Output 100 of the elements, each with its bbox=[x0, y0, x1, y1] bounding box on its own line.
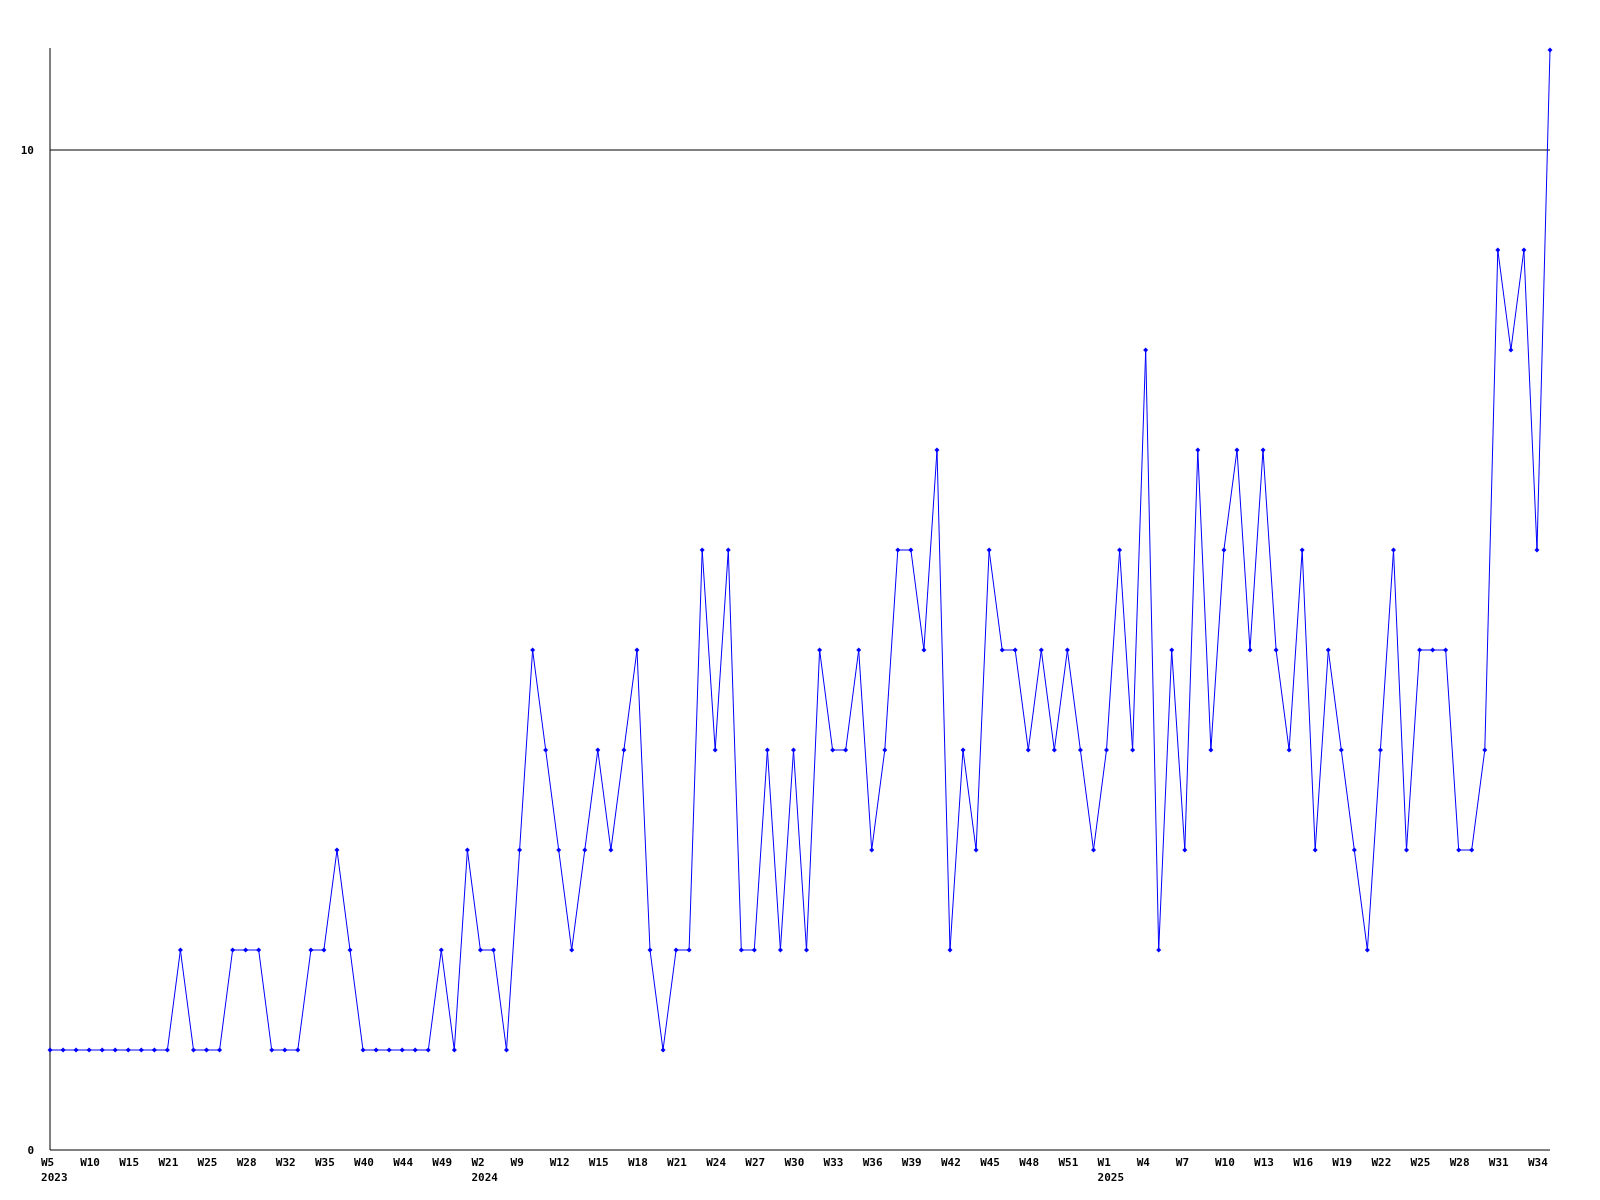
x-tick-label: W16 bbox=[1293, 1156, 1314, 1169]
x-tick-label: W32 bbox=[275, 1156, 296, 1169]
data-point bbox=[347, 947, 353, 953]
x-tick-label: W42 bbox=[941, 1156, 961, 1169]
data-point bbox=[673, 947, 679, 953]
data-point bbox=[1025, 747, 1031, 753]
data-point bbox=[621, 747, 627, 753]
x-tick-label: W2 2024 bbox=[471, 1156, 498, 1184]
data-point bbox=[738, 947, 744, 953]
x-tick-label: W15 bbox=[588, 1156, 609, 1169]
data-point bbox=[1299, 547, 1305, 553]
data-point bbox=[1064, 647, 1070, 653]
data-point bbox=[125, 1047, 131, 1053]
data-point bbox=[1443, 647, 1449, 653]
data-point bbox=[1260, 447, 1266, 453]
x-tick-label: W45 bbox=[980, 1156, 1000, 1169]
data-point bbox=[608, 847, 614, 853]
x-tick-label: W33 bbox=[823, 1156, 844, 1169]
data-point bbox=[1417, 647, 1423, 653]
data-point bbox=[1364, 947, 1370, 953]
data-point bbox=[412, 1047, 418, 1053]
data-point bbox=[660, 1047, 666, 1053]
data-point bbox=[217, 1047, 223, 1053]
data-point bbox=[556, 847, 562, 853]
data-point bbox=[517, 847, 523, 853]
data-point bbox=[112, 1047, 118, 1053]
data-point bbox=[804, 947, 809, 953]
data-point bbox=[243, 947, 249, 953]
x-tick-label: W40 bbox=[354, 1156, 374, 1169]
data-point bbox=[1012, 647, 1018, 653]
data-point bbox=[1456, 847, 1462, 853]
x-tick-label: W30 bbox=[784, 1156, 805, 1169]
x-tick-label: W25 bbox=[1410, 1156, 1431, 1169]
x-tick-label: W25 bbox=[197, 1156, 218, 1169]
data-point bbox=[882, 747, 888, 753]
data-point bbox=[530, 647, 536, 653]
data-point bbox=[1130, 747, 1136, 753]
x-tick-label: W21 bbox=[158, 1156, 179, 1169]
x-tick-label: W24 bbox=[706, 1156, 727, 1169]
data-point bbox=[1208, 747, 1214, 753]
data-point bbox=[1338, 747, 1344, 753]
data-point bbox=[1521, 247, 1527, 253]
data-point bbox=[1091, 847, 1096, 853]
data-point bbox=[230, 947, 236, 953]
x-tick-label: W15 bbox=[119, 1156, 140, 1169]
data-point bbox=[830, 747, 836, 753]
data-point bbox=[373, 1047, 379, 1053]
data-point bbox=[1182, 847, 1188, 853]
x-tick-label: W12 bbox=[549, 1156, 570, 1169]
data-point bbox=[386, 1047, 392, 1053]
data-point bbox=[360, 1047, 366, 1053]
data-point bbox=[295, 1047, 301, 1053]
data-point bbox=[1547, 47, 1553, 53]
data-point bbox=[934, 447, 940, 453]
data-point bbox=[777, 947, 783, 953]
x-tick-label: W5 2023 bbox=[41, 1156, 68, 1184]
data-point bbox=[60, 1047, 66, 1053]
data-point bbox=[699, 547, 705, 553]
data-point bbox=[1430, 647, 1436, 653]
x-tick-label: W31 bbox=[1488, 1156, 1509, 1169]
x-tick-label: W48 bbox=[1019, 1156, 1040, 1169]
data-point bbox=[1325, 647, 1331, 653]
x-tick-label: W28 bbox=[1449, 1156, 1470, 1169]
data-point bbox=[973, 847, 979, 853]
x-tick-label: W39 bbox=[901, 1156, 922, 1169]
data-point bbox=[1117, 547, 1123, 553]
data-point bbox=[843, 747, 849, 753]
x-tick-label: W21 bbox=[667, 1156, 687, 1169]
data-point bbox=[1404, 847, 1409, 853]
data-point bbox=[947, 947, 953, 953]
data-point bbox=[1482, 747, 1488, 753]
data-point bbox=[1377, 747, 1383, 753]
data-point bbox=[869, 847, 875, 853]
x-tick-label: W19 bbox=[1332, 1156, 1353, 1169]
data-point bbox=[491, 947, 496, 953]
data-point bbox=[1221, 547, 1227, 553]
x-tick-label: W9 bbox=[510, 1156, 524, 1169]
data-point bbox=[725, 547, 731, 553]
data-point bbox=[1051, 747, 1057, 753]
data-point bbox=[647, 947, 653, 953]
data-point bbox=[151, 1047, 157, 1053]
data-point bbox=[595, 747, 601, 753]
data-point bbox=[477, 947, 483, 953]
data-point bbox=[1234, 447, 1240, 453]
data-point bbox=[269, 1047, 275, 1053]
x-tick-label: W22 bbox=[1371, 1156, 1392, 1169]
data-point bbox=[634, 647, 640, 653]
data-point bbox=[464, 847, 470, 853]
data-point bbox=[321, 947, 327, 953]
data-point bbox=[1495, 247, 1501, 253]
data-point bbox=[1104, 747, 1109, 753]
data-point bbox=[791, 747, 796, 753]
data-point bbox=[256, 947, 262, 953]
data-point bbox=[504, 1047, 509, 1053]
x-tick-label: W10 bbox=[80, 1156, 100, 1169]
data-point bbox=[1195, 447, 1201, 453]
data-point bbox=[1247, 647, 1253, 653]
x-tick-label: W35 bbox=[314, 1156, 335, 1169]
y-tick-label: 10 bbox=[20, 144, 34, 157]
x-tick-label: W34 bbox=[1527, 1156, 1548, 1169]
